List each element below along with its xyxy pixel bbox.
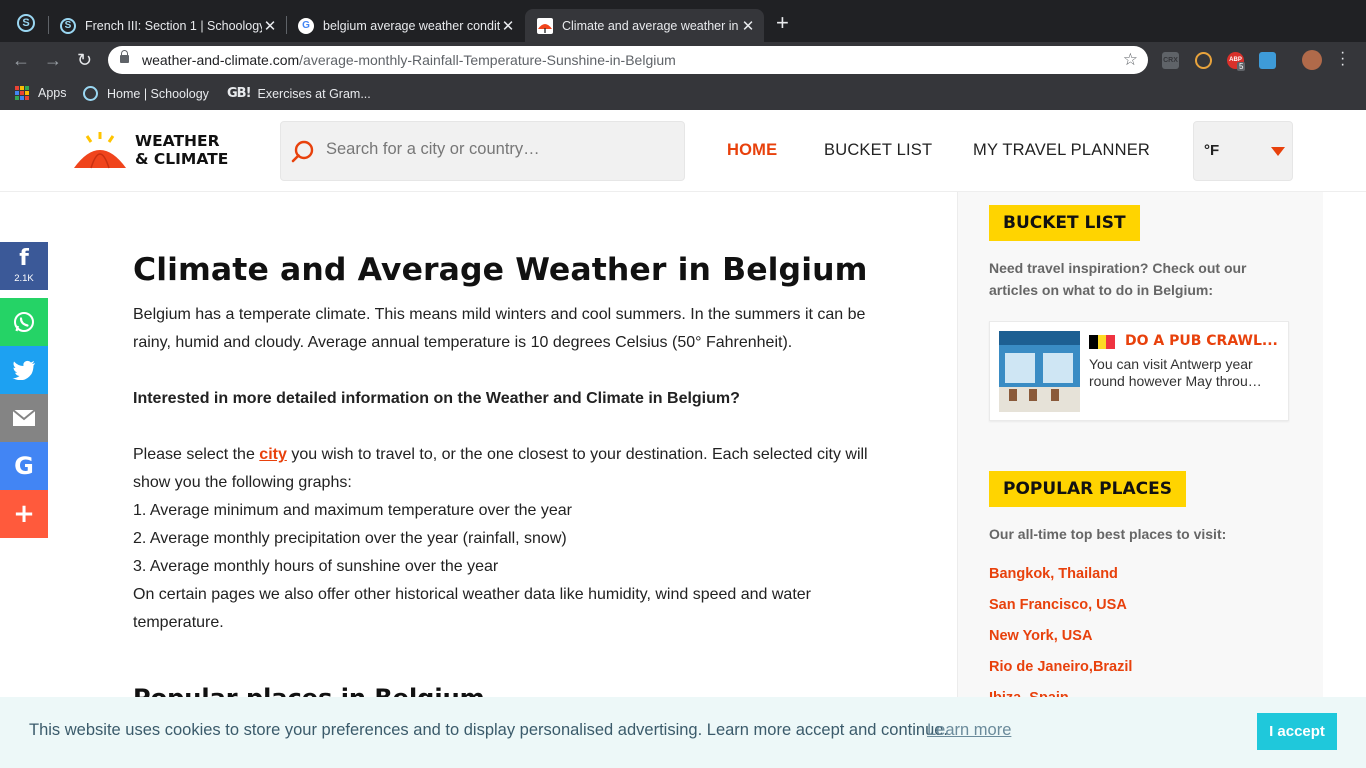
bucket-list-heading: BUCKET LIST	[989, 205, 1140, 241]
close-tab-icon[interactable]: ✕	[740, 17, 756, 35]
facebook-share-count: 2.1K	[14, 273, 34, 284]
forward-icon[interactable]: →	[44, 49, 62, 71]
site-logo-text[interactable]: WEATHER & CLIMATE	[135, 132, 228, 168]
adblock-count-badge: 5	[1237, 62, 1246, 71]
address-bar[interactable]: weather-and-climate.com/average-monthly-…	[108, 46, 1148, 74]
tab-google-search[interactable]: G belgium average weather conditions ✕	[286, 9, 524, 42]
share-more-button[interactable]: +	[0, 490, 48, 538]
apps-grid-icon	[15, 86, 29, 100]
accept-cookies-button[interactable]: I accept	[1257, 713, 1337, 750]
google-icon: G	[298, 17, 314, 34]
search-icon[interactable]	[291, 139, 317, 165]
bookmark-label: Exercises at Gram...	[257, 86, 371, 101]
popular-places-sidebar-heading: POPULAR PLACES	[989, 471, 1186, 507]
gb-icon: GB!	[227, 86, 251, 101]
place-link[interactable]: New York, USA	[989, 628, 1092, 644]
city-search-box	[280, 121, 685, 181]
google-g-icon: G	[14, 452, 34, 480]
bookmark-star-icon[interactable]: ☆	[1123, 46, 1138, 74]
pub-crawl-article-card[interactable]: DO A PUB CRAWL... You can visit Antwerp …	[989, 321, 1289, 421]
reload-icon[interactable]: ↻	[77, 49, 92, 71]
question-paragraph: Interested in more detailed information …	[133, 390, 740, 407]
graph-item: 2. Average monthly precipitation over th…	[133, 530, 567, 547]
article-excerpt: You can visit Antwerp year round however…	[1089, 356, 1262, 389]
profile-avatar[interactable]	[1302, 50, 1322, 70]
cookie-consent-bar: This website uses cookies to store your …	[0, 697, 1366, 768]
other-data-paragraph: On certain pages we also offer other his…	[133, 586, 811, 631]
share-gmail-button[interactable]: G	[0, 442, 48, 490]
crx-extension-icon[interactable]: CRX	[1162, 52, 1179, 69]
back-icon[interactable]: ←	[12, 49, 30, 71]
twitter-icon	[12, 360, 35, 380]
pinned-tab-schoology-icon[interactable]: S	[17, 14, 35, 32]
nav-home[interactable]: HOME	[727, 141, 777, 160]
place-link[interactable]: Bangkok, Thailand	[989, 566, 1118, 582]
right-sidebar: BUCKET LIST Need travel inspiration? Che…	[957, 192, 1323, 768]
browser-toolbar: ← → ↻ weather-and-climate.com/average-mo…	[0, 42, 1366, 78]
umbrella-logo-icon[interactable]	[73, 130, 127, 172]
bucket-list-subtitle: Need travel inspiration? Check out our a…	[989, 260, 1247, 298]
temperature-unit-select[interactable]: °F	[1193, 121, 1293, 181]
chevron-down-icon	[1271, 147, 1285, 156]
belgium-flag-icon	[1089, 335, 1116, 349]
share-whatsapp-button[interactable]	[0, 298, 48, 346]
browser-tab-bar: S S French III: Section 1 | Schoology ✕ …	[0, 0, 1366, 42]
lock-icon	[120, 50, 129, 63]
bookmark-apps[interactable]: Apps	[15, 86, 67, 100]
share-email-button[interactable]	[0, 394, 48, 442]
unit-value: °F	[1204, 142, 1220, 159]
extension-icon[interactable]	[1259, 52, 1276, 69]
share-twitter-button[interactable]	[0, 346, 48, 394]
nav-bucket-list[interactable]: BUCKET LIST	[824, 141, 932, 160]
place-link[interactable]: Rio de Janeiro,Brazil	[989, 659, 1132, 675]
nav-travel-planner[interactable]: MY TRAVEL PLANNER	[973, 141, 1150, 160]
site-header: WEATHER & CLIMATE HOME BUCKET LIST MY TR…	[0, 110, 1366, 192]
schoology-icon	[83, 86, 98, 101]
tab-schoology[interactable]: S French III: Section 1 | Schoology ✕	[48, 9, 286, 42]
url-text: weather-and-climate.com/average-monthly-…	[142, 52, 676, 68]
popular-places-subtitle: Our all-time top best places to visit:	[989, 526, 1227, 542]
chrome-menu-icon[interactable]: · · ·	[1340, 45, 1345, 73]
plus-icon: +	[13, 499, 35, 529]
graph-item: 3. Average monthly hours of sunshine ove…	[133, 558, 499, 575]
weather-and-climate-icon	[537, 17, 553, 34]
city-search-input[interactable]	[326, 140, 666, 159]
email-icon	[12, 409, 36, 426]
tab-title: French III: Section 1 | Schoology	[85, 18, 262, 33]
bookmark-label: Home | Schoology	[107, 86, 209, 101]
graph-item: 1. Average minimum and maximum temperatu…	[133, 502, 573, 519]
facebook-icon: f	[19, 246, 29, 271]
city-link[interactable]: city	[259, 446, 287, 463]
close-tab-icon[interactable]: ✕	[500, 17, 516, 35]
learn-more-link[interactable]: Learn more	[927, 721, 1011, 740]
pub-crawl-thumbnail	[999, 331, 1080, 412]
intro-paragraph: Belgium has a temperate climate. This me…	[133, 306, 866, 351]
bookmark-grammar[interactable]: GB! Exercises at Gram...	[227, 86, 371, 101]
select-city-paragraph: Please select the city you wish to trave…	[133, 446, 868, 491]
cookie-message: This website uses cookies to store your …	[29, 721, 949, 739]
close-tab-icon[interactable]: ✕	[262, 17, 278, 35]
tab-weather-and-climate[interactable]: Climate and average weather in Belgium ✕	[525, 9, 764, 42]
bookmarks-bar: Apps Home | Schoology GB! Exercises at G…	[0, 78, 1366, 110]
bookmark-schoology[interactable]: Home | Schoology	[83, 86, 209, 101]
place-link[interactable]: San Francisco, USA	[989, 597, 1127, 613]
new-tab-icon[interactable]: +	[776, 12, 789, 34]
share-facebook-button[interactable]: f 2.1K	[0, 242, 48, 290]
whatsapp-icon	[14, 312, 34, 332]
tab-title: belgium average weather conditions	[323, 18, 500, 33]
owl-extension-icon[interactable]	[1195, 52, 1212, 69]
page-title: Climate and Average Weather in Belgium	[133, 252, 868, 288]
article-title[interactable]: DO A PUB CRAWL...	[1125, 333, 1280, 349]
schoology-icon: S	[60, 17, 76, 34]
tab-title: Climate and average weather in Belgium	[562, 18, 740, 33]
bookmark-label: Apps	[38, 86, 67, 100]
